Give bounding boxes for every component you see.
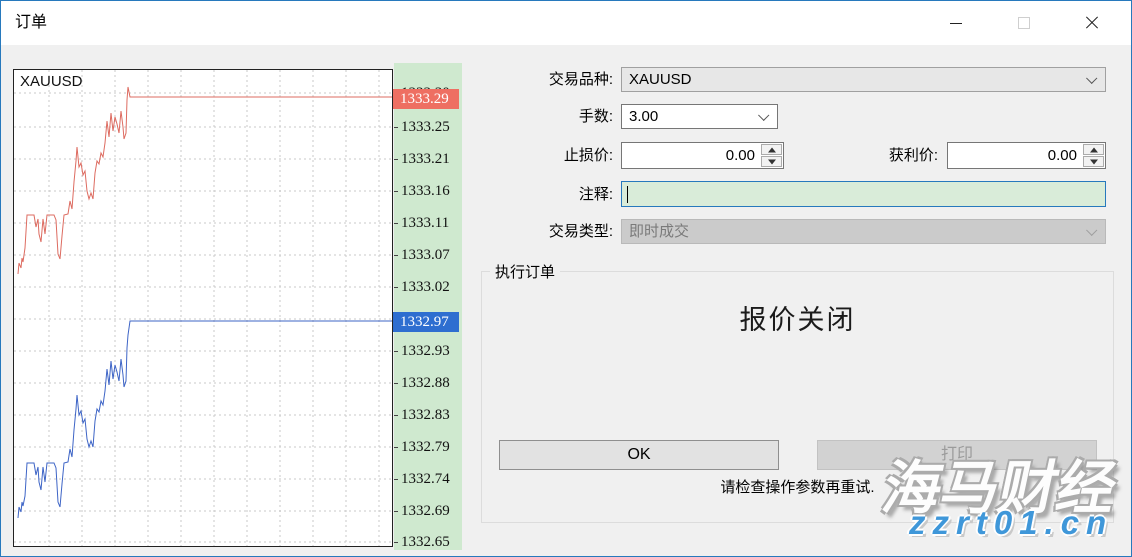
triangle-up-icon	[1090, 147, 1098, 152]
symbol-dropdown[interactable]: XAUUSD	[621, 67, 1106, 92]
scale-tick-mark	[394, 223, 398, 224]
text-caret	[627, 186, 628, 203]
stop-loss-decrement-button[interactable]	[761, 156, 782, 167]
quotes-closed-status: 报价关闭	[482, 298, 1113, 337]
take-profit-spinner	[1083, 144, 1104, 167]
ask-price-line	[18, 87, 392, 274]
price-scale-label: 1332.74	[401, 470, 461, 488]
bid-price-badge: 1332.97	[393, 312, 459, 332]
take-profit-input[interactable]: 0.00	[947, 142, 1106, 169]
take-profit-value: 0.00	[1048, 143, 1077, 168]
tick-chart-canvas	[14, 70, 392, 546]
scale-tick-mark	[394, 127, 398, 128]
volume-value: 3.00	[629, 105, 658, 128]
scale-tick-mark	[394, 351, 398, 352]
trade-type-label: 交易类型:	[471, 222, 613, 242]
trade-type-dropdown: 即时成交	[621, 219, 1106, 244]
execute-order-group: 执行订单 报价关闭 OK 打印 请检查操作参数再重试.	[481, 271, 1114, 523]
scale-tick-mark	[394, 511, 398, 512]
scale-tick-mark	[394, 415, 398, 416]
minimize-icon	[950, 23, 962, 24]
comment-input[interactable]	[621, 181, 1106, 207]
price-scale-label: 1332.79	[401, 438, 461, 456]
maximize-icon	[1018, 17, 1030, 29]
title-bar: 订单	[1, 1, 1131, 45]
chart-gridlines	[14, 70, 392, 546]
maximize-button	[1001, 1, 1047, 45]
retry-message: 请检查操作参数再重试.	[482, 476, 1113, 497]
comment-label: 注释:	[471, 185, 613, 205]
stop-loss-increment-button[interactable]	[761, 144, 782, 155]
take-profit-label: 获利价:	[801, 146, 938, 166]
scale-tick-mark	[394, 479, 398, 480]
chart-symbol-label: XAUUSD	[20, 73, 83, 90]
price-scale-label: 1332.83	[401, 406, 461, 424]
scale-tick-mark	[394, 287, 398, 288]
scale-tick-mark	[394, 159, 398, 160]
scale-tick-mark	[394, 255, 398, 256]
price-scale-label: 1333.21	[401, 150, 461, 168]
triangle-down-icon	[768, 159, 776, 164]
stop-loss-label: 止损价:	[471, 146, 613, 166]
order-dialog-window: 订单 XAUUSD 1333.301333.251333.211333.1613…	[0, 0, 1132, 557]
price-scale-label: 1332.69	[401, 502, 461, 520]
scale-tick-mark	[394, 542, 398, 543]
window-title: 订单	[15, 1, 47, 45]
price-scale-label: 1333.07	[401, 246, 461, 264]
symbol-label: 交易品种:	[471, 70, 613, 90]
stop-loss-input[interactable]: 0.00	[621, 142, 784, 169]
volume-label: 手数:	[471, 107, 613, 127]
chevron-down-icon	[758, 110, 769, 121]
price-scale-label: 1333.25	[401, 118, 461, 136]
price-scale-label: 1332.93	[401, 342, 461, 360]
take-profit-decrement-button[interactable]	[1083, 156, 1104, 167]
close-button[interactable]	[1069, 1, 1115, 45]
chevron-down-icon	[1086, 73, 1097, 84]
price-scale-label: 1333.11	[401, 214, 461, 232]
ask-price-badge: 1333.29	[393, 89, 459, 109]
group-title: 执行订单	[490, 261, 560, 282]
volume-dropdown[interactable]: 3.00	[621, 104, 778, 129]
trade-type-value: 即时成交	[629, 220, 689, 243]
triangle-up-icon	[768, 147, 776, 152]
chevron-down-icon	[1086, 225, 1097, 236]
scale-tick-mark	[394, 447, 398, 448]
price-scale: 1333.301333.251333.211333.161333.111333.…	[394, 63, 462, 550]
stop-loss-value: 0.00	[726, 143, 755, 168]
triangle-down-icon	[1090, 159, 1098, 164]
ok-button[interactable]: OK	[499, 440, 779, 470]
stop-loss-spinner	[761, 144, 782, 167]
symbol-value: XAUUSD	[629, 68, 692, 91]
take-profit-increment-button[interactable]	[1083, 144, 1104, 155]
scale-tick-mark	[394, 383, 398, 384]
price-scale-label: 1333.16	[401, 182, 461, 200]
minimize-button[interactable]	[933, 1, 979, 45]
price-scale-label: 1333.02	[401, 278, 461, 296]
tick-chart: XAUUSD	[13, 69, 393, 547]
scale-tick-mark	[394, 191, 398, 192]
price-scale-label: 1332.88	[401, 374, 461, 392]
price-scale-label: 1332.65	[401, 533, 461, 551]
print-button: 打印	[817, 440, 1097, 470]
